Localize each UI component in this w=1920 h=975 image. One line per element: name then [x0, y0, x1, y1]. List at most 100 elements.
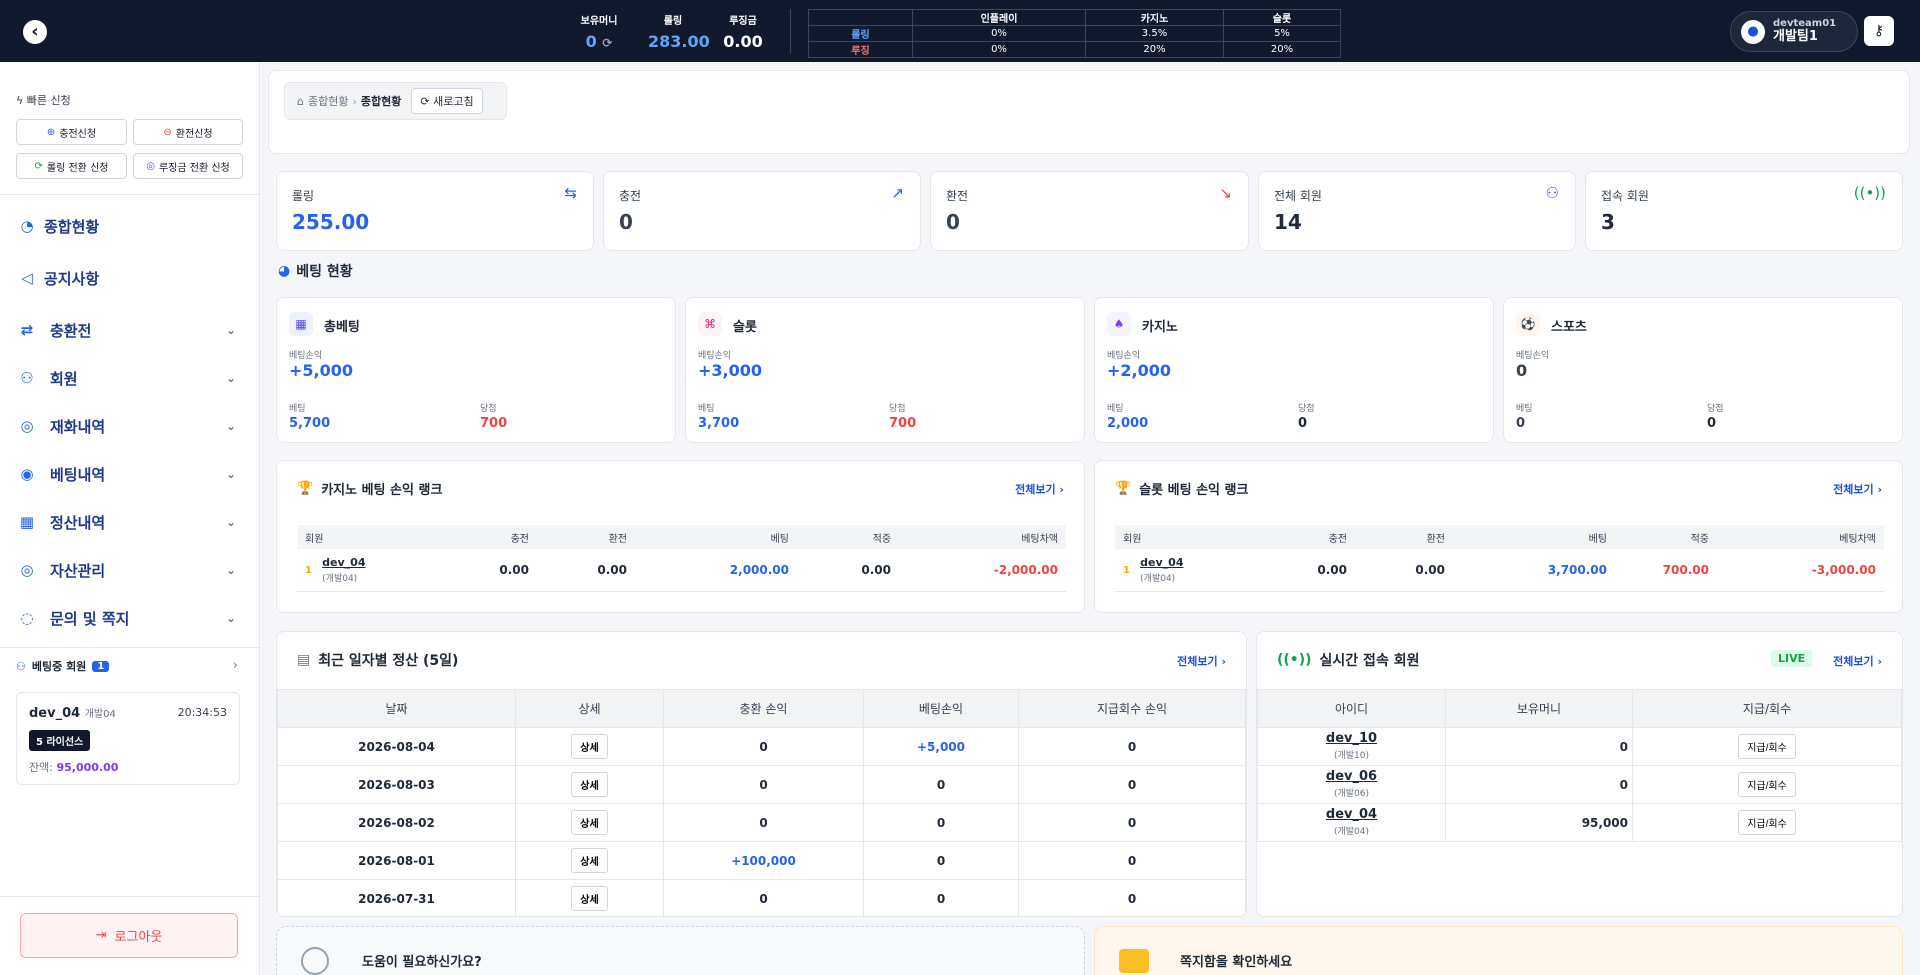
column-header: 보유머니	[1445, 689, 1633, 728]
table-row: 2026-08-02 상세 0 0 0	[277, 803, 1246, 842]
help-card[interactable]: 도움이 필요하신가요?	[276, 926, 1085, 975]
losing-convert-button[interactable]: ◎ 루징금 전환 신청	[133, 153, 243, 179]
stat-card-exchange: 환전 0 ↘	[930, 171, 1249, 251]
trend-down-icon: ↘	[1219, 184, 1232, 202]
stat-card-charge: 충전 0 ↗	[603, 171, 921, 251]
win-value: 0	[1298, 416, 1308, 431]
stat-card-total-members: 전체 회원 14 ⚇	[1258, 171, 1576, 251]
detail-button[interactable]: 상세	[571, 734, 608, 759]
coins-icon: ◎	[20, 417, 34, 435]
chevron-down-icon: ⌄	[225, 563, 236, 577]
column-header: 회원	[1115, 525, 1265, 549]
target-icon: ◉	[20, 465, 34, 483]
casino-rank-card: 🏆 카지노 베팅 손익 랭크 전체보기 › 회원 충전 환전 베팅 적중 베팅차액…	[276, 460, 1085, 613]
nav-members[interactable]: ⚇ 회원 ⌄	[16, 363, 242, 393]
help-icon	[301, 947, 329, 975]
bet-value: 0	[1516, 416, 1526, 431]
member-link[interactable]: dev_10	[1326, 731, 1377, 746]
win-value: 700	[889, 416, 917, 431]
view-all-link[interactable]: 전체보기 ›	[1177, 653, 1226, 669]
rate-header: 인플레이	[912, 9, 1086, 26]
detail-button[interactable]: 상세	[571, 810, 608, 835]
rate-header	[808, 9, 913, 26]
chat-icon: ◌	[20, 609, 34, 627]
view-all-link[interactable]: 전체보기 ›	[1833, 653, 1882, 669]
cell-date: 2026-08-02	[277, 803, 516, 842]
divider	[0, 194, 260, 195]
cell-exchange: 0.00	[537, 549, 635, 592]
detail-button[interactable]: 상세	[571, 772, 608, 797]
chevron-down-icon: ⌄	[225, 371, 236, 385]
view-all-link[interactable]: 전체보기 ›	[1015, 481, 1064, 497]
nav-charge-exchange[interactable]: ⇄ 충환전 ⌄	[16, 315, 242, 345]
stat-card-online-members: 접속 회원 3 ((•))	[1585, 171, 1903, 251]
notes-card[interactable]: 쪽지함을 확인하세요	[1094, 926, 1903, 975]
pay-collect-button[interactable]: 지급/회수	[1738, 734, 1796, 759]
calculator-icon: ▦	[19, 513, 35, 531]
trophy-icon: 🏆	[1115, 481, 1132, 496]
live-members-card: ((•)) 실시간 접속 회원 LIVE 전체보기 › 아이디 보유머니 지급/회…	[1256, 631, 1903, 917]
member-link[interactable]: dev_04	[322, 556, 365, 569]
view-all-link[interactable]: 전체보기 ›	[1833, 481, 1882, 497]
bet-card-title: 슬롯	[733, 320, 757, 335]
cell-pay-pl: 0	[1018, 765, 1246, 804]
betting-member-card[interactable]: dev_04 개발04 20:34:53 5 라이선스 잔액: 95,000.0…	[16, 692, 240, 785]
member-sub: (개발04)	[322, 573, 358, 584]
rolling-convert-button[interactable]: ⟳ 롤링 전환 신청	[16, 153, 127, 179]
rate-header: 카지노	[1085, 9, 1224, 26]
nav-inquiry[interactable]: ◌ 문의 및 쪽지 ⌄	[16, 603, 242, 633]
cell-pay-pl: 0	[1018, 841, 1246, 880]
refresh-icon[interactable]: ⟳	[602, 36, 612, 50]
nav-assets[interactable]: ◎ 자산관리 ⌄	[16, 555, 242, 585]
pay-collect-button[interactable]: 지급/회수	[1738, 772, 1796, 797]
cell-pay-pl: 0	[1018, 879, 1246, 916]
chevron-down-icon: ⌄	[225, 419, 236, 433]
back-button[interactable]: ‹	[23, 20, 47, 44]
arrows-icon: ⇄	[20, 321, 34, 339]
nav-dashboard[interactable]: ◔ 종합현황	[16, 211, 242, 241]
bolt-icon: ϟ	[16, 94, 24, 107]
breadcrumb-home[interactable]: 종합현황	[308, 93, 348, 109]
nav-notice[interactable]: ◁ 공지사항	[16, 263, 242, 293]
rate-header: 슬롯	[1223, 9, 1341, 26]
table-row: 2026-08-03 상세 0 0 0	[277, 765, 1246, 804]
column-header: 날짜	[277, 689, 516, 728]
bet-card-casino: ♠ 카지노 베팅손익 +2,000 베팅 2,000 당첨 0	[1094, 297, 1494, 443]
member-sub: 개발04	[84, 709, 116, 720]
pay-collect-button[interactable]: 지급/회수	[1738, 810, 1796, 835]
rate-cell: 5%	[1223, 25, 1341, 42]
nav-betting-history[interactable]: ◉ 베팅내역 ⌄	[16, 459, 242, 489]
nav-settlement[interactable]: ▦ 정산내역 ⌄	[16, 507, 242, 537]
stat-label: 롤링	[292, 189, 315, 203]
column-header: 지급회수 손익	[1018, 689, 1246, 728]
member-link[interactable]: dev_06	[1326, 769, 1377, 784]
broadcast-icon: ((•))	[1853, 184, 1886, 202]
betting-members-header[interactable]: ⚇ 베팅중 회원 1	[16, 658, 110, 674]
rate-cell: 20%	[1223, 41, 1341, 58]
key-icon[interactable]: ⚷	[1864, 16, 1894, 46]
detail-button[interactable]: 상세	[571, 848, 608, 873]
breadcrumb-current: 종합현황	[360, 95, 402, 108]
member-link[interactable]: dev_04	[1326, 807, 1377, 822]
exchange-apply-button[interactable]: ⊖ 환전신청	[133, 119, 243, 145]
charge-apply-button[interactable]: ⊕ 충전신청	[16, 119, 127, 145]
logout-button[interactable]: ⇥ 로그아웃	[20, 913, 238, 958]
refresh-icon: ⟳	[34, 160, 43, 172]
member-link[interactable]: dev_04	[1140, 556, 1183, 569]
rate-table: 인플레이 카지노 슬롯 롤링 0% 3.5% 5% 루징 0% 20% 20%	[808, 9, 1341, 58]
cell-pay-pl: 0	[1018, 803, 1246, 842]
detail-button[interactable]: 상세	[571, 886, 608, 911]
logout-icon: ⇥	[95, 928, 107, 943]
repeat-icon: ⇆	[564, 184, 577, 202]
chevron-down-icon: ⌄	[225, 323, 236, 337]
refresh-button[interactable]: ⟳ 새로고침	[411, 88, 483, 114]
user-team: 개발팀1	[1773, 28, 1818, 44]
nav-currency-history[interactable]: ◎ 재화내역 ⌄	[16, 411, 242, 441]
user-menu[interactable]: ● devteam01 개발팀1	[1730, 11, 1858, 52]
coins-icon: ◎	[20, 561, 34, 579]
wallet-losing-label: 루징금	[729, 16, 757, 27]
chevron-right-icon[interactable]: ›	[233, 658, 238, 672]
pl-value: +3,000	[698, 361, 763, 380]
gamepad-icon: ⌘	[698, 312, 722, 336]
casino-rank-table: 회원 충전 환전 베팅 적중 베팅차액 1 dev_04 (개발04) 0.00 …	[297, 525, 1066, 592]
